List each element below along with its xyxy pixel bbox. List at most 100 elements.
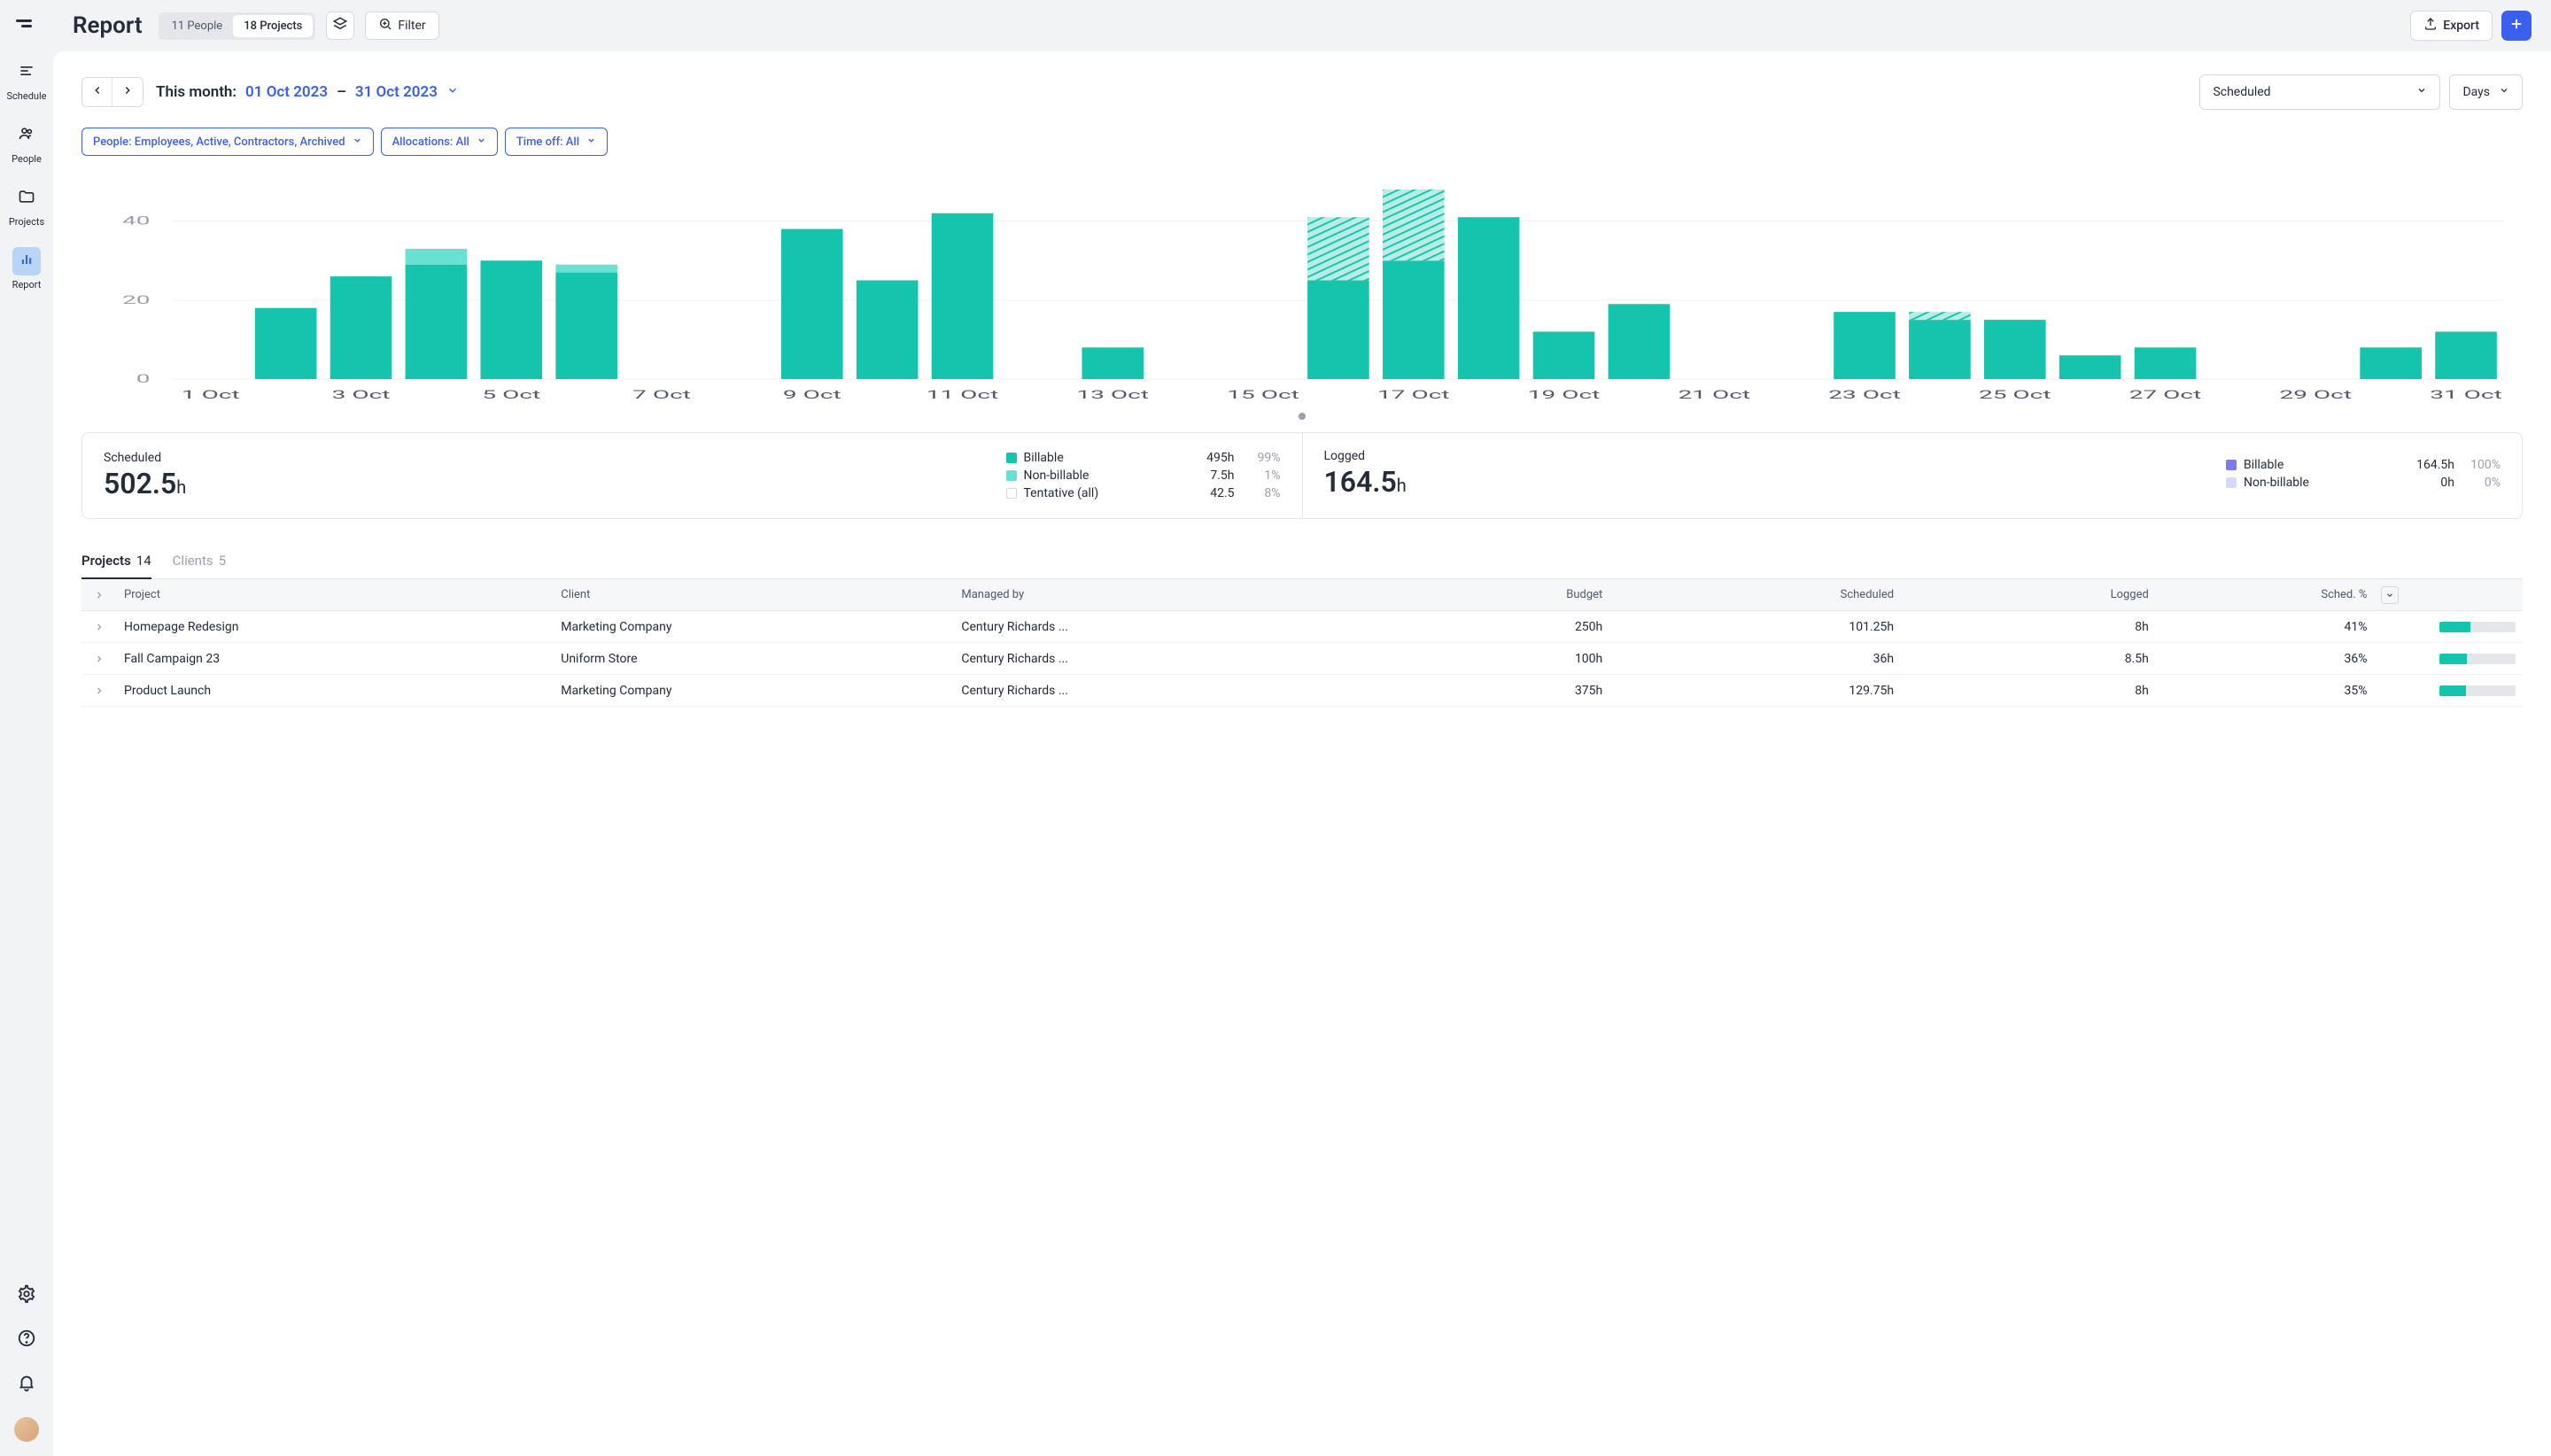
expand-row-icon[interactable] [81, 654, 117, 664]
legend-value: 0h [2405, 476, 2454, 490]
chip-people[interactable]: People: Employees, Active, Contractors, … [81, 128, 374, 156]
content: This month: 01 Oct 2023 – 31 Oct 2023 Sc… [53, 51, 2551, 1456]
date-row: This month: 01 Oct 2023 – 31 Oct 2023 Sc… [81, 74, 2523, 110]
unit-select[interactable]: Days [2449, 74, 2523, 110]
th-managed[interactable]: Managed by [954, 588, 1354, 601]
table-row[interactable]: Homepage Redesign Marketing Company Cent… [81, 611, 2523, 643]
unit-value: Days [2462, 85, 2490, 99]
chevron-down-icon [477, 136, 486, 149]
add-button[interactable] [2501, 11, 2532, 41]
chevron-down-icon [353, 136, 362, 149]
bar-chart-icon [18, 251, 35, 272]
legend-pct: 99% [1242, 451, 1281, 465]
metric-value: Scheduled [2213, 85, 2270, 99]
cell-budget: 250h [1355, 620, 1610, 634]
th-schedpct[interactable]: Sched. % [2156, 588, 2375, 601]
legend-row: Tentative (all) 42.5 8% [1006, 484, 1281, 502]
column-options-button[interactable] [2381, 586, 2399, 604]
cell-budget: 375h [1355, 684, 1610, 698]
legend-pct: 0% [2462, 476, 2501, 490]
topbar: Report 11 People 18 Projects Filter Expo… [53, 0, 2551, 51]
svg-text:7 Oct: 7 Oct [632, 389, 691, 402]
upload-icon [2423, 17, 2438, 35]
expand-all-icon[interactable] [81, 590, 117, 600]
chevron-right-icon [121, 84, 134, 100]
svg-text:0: 0 [136, 373, 151, 386]
cell-managed: Century Richards ... [954, 652, 1354, 666]
chip-allocations[interactable]: Allocations: All [381, 128, 498, 156]
chip-timeoff[interactable]: Time off: All [505, 128, 608, 156]
pill-people[interactable]: 11 People [161, 15, 234, 37]
svg-text:9 Oct: 9 Oct [783, 389, 841, 402]
tab-projects[interactable]: Projects14 [81, 544, 151, 579]
folder-icon [18, 188, 35, 209]
legend-value: 7.5h [1185, 469, 1235, 483]
chevron-left-icon [91, 84, 104, 100]
expand-row-icon[interactable] [81, 622, 117, 632]
legend-name: Billable [1024, 451, 1178, 465]
legend-swatch [1006, 488, 1017, 499]
svg-text:11 Oct: 11 Oct [927, 389, 998, 402]
nav-people[interactable]: People [12, 121, 42, 165]
pill-projects[interactable]: 18 Projects [233, 15, 313, 37]
svg-text:15 Oct: 15 Oct [1227, 389, 1299, 402]
svg-text:19 Oct: 19 Oct [1528, 389, 1600, 402]
export-button[interactable]: Export [2410, 11, 2493, 41]
help-icon[interactable] [17, 1328, 36, 1351]
table-row[interactable]: Product Launch Marketing Company Century… [81, 675, 2523, 707]
date-prefix: This month: [156, 83, 236, 101]
layers-icon [332, 16, 348, 35]
nav-label: Report [12, 279, 42, 290]
svg-text:29 Oct: 29 Oct [2280, 389, 2352, 402]
cell-scheduled: 129.75h [1609, 684, 1901, 698]
people-icon [18, 125, 35, 146]
bell-icon[interactable] [17, 1373, 36, 1396]
chevron-down-icon [586, 136, 596, 149]
scope-toggle: 11 People 18 Projects [159, 12, 316, 40]
table-row[interactable]: Fall Campaign 23 Uniform Store Century R… [81, 643, 2523, 675]
th-scheduled[interactable]: Scheduled [1609, 588, 1901, 601]
nav-report[interactable]: Report [12, 247, 42, 290]
metric-select[interactable]: Scheduled [2199, 74, 2440, 110]
expand-row-icon[interactable] [81, 685, 117, 696]
summary-row: Scheduled 502.5h Billable 495h 99% Non-b… [81, 432, 2523, 519]
date-start[interactable]: 01 Oct 2023 [245, 83, 328, 101]
nav-schedule[interactable]: Schedule [7, 58, 47, 102]
filter-button[interactable]: Filter [365, 12, 438, 40]
summary-label: Logged [1324, 449, 1407, 463]
legend-name: Non-billable [1024, 469, 1178, 483]
legend-pct: 8% [1242, 486, 1281, 500]
svg-text:1 Oct: 1 Oct [182, 389, 240, 402]
filter-chips: People: Employees, Active, Contractors, … [81, 128, 2523, 156]
legend-value: 42.5 [1185, 486, 1235, 500]
table-head: Project Client Managed by Budget Schedul… [81, 579, 2523, 611]
settings-icon[interactable] [17, 1284, 36, 1307]
th-logged[interactable]: Logged [1901, 588, 2156, 601]
legend-row: Non-billable 0h 0% [2226, 474, 2501, 492]
nav-projects[interactable]: Projects [9, 184, 44, 228]
pager-dot[interactable] [1299, 413, 1306, 420]
summary-scheduled: Scheduled 502.5h Billable 495h 99% Non-b… [82, 433, 1303, 518]
th-budget[interactable]: Budget [1355, 588, 1610, 601]
svg-text:25 Oct: 25 Oct [1979, 389, 2051, 402]
app-logo [16, 12, 37, 34]
legend-name: Billable [2244, 458, 2398, 472]
cell-project: Homepage Redesign [117, 620, 554, 634]
calendar-lines-icon [18, 62, 35, 83]
th-client[interactable]: Client [554, 588, 954, 601]
date-end[interactable]: 31 Oct 2023 [355, 83, 438, 101]
user-avatar[interactable] [14, 1417, 39, 1442]
legend-name: Tentative (all) [1024, 486, 1178, 500]
cell-scheduled: 101.25h [1609, 620, 1901, 634]
date-next-button[interactable] [112, 78, 143, 106]
date-prev-button[interactable] [82, 78, 112, 106]
chevron-down-icon[interactable] [446, 83, 459, 101]
layers-button[interactable] [326, 12, 354, 40]
cell-logged: 8h [1901, 684, 2156, 698]
svg-text:5 Oct: 5 Oct [482, 389, 540, 402]
cell-budget: 100h [1355, 652, 1610, 666]
th-project[interactable]: Project [117, 588, 554, 601]
plus-icon [2508, 16, 2524, 35]
tab-clients[interactable]: Clients5 [173, 544, 226, 579]
cell-scheduled: 36h [1609, 652, 1901, 666]
